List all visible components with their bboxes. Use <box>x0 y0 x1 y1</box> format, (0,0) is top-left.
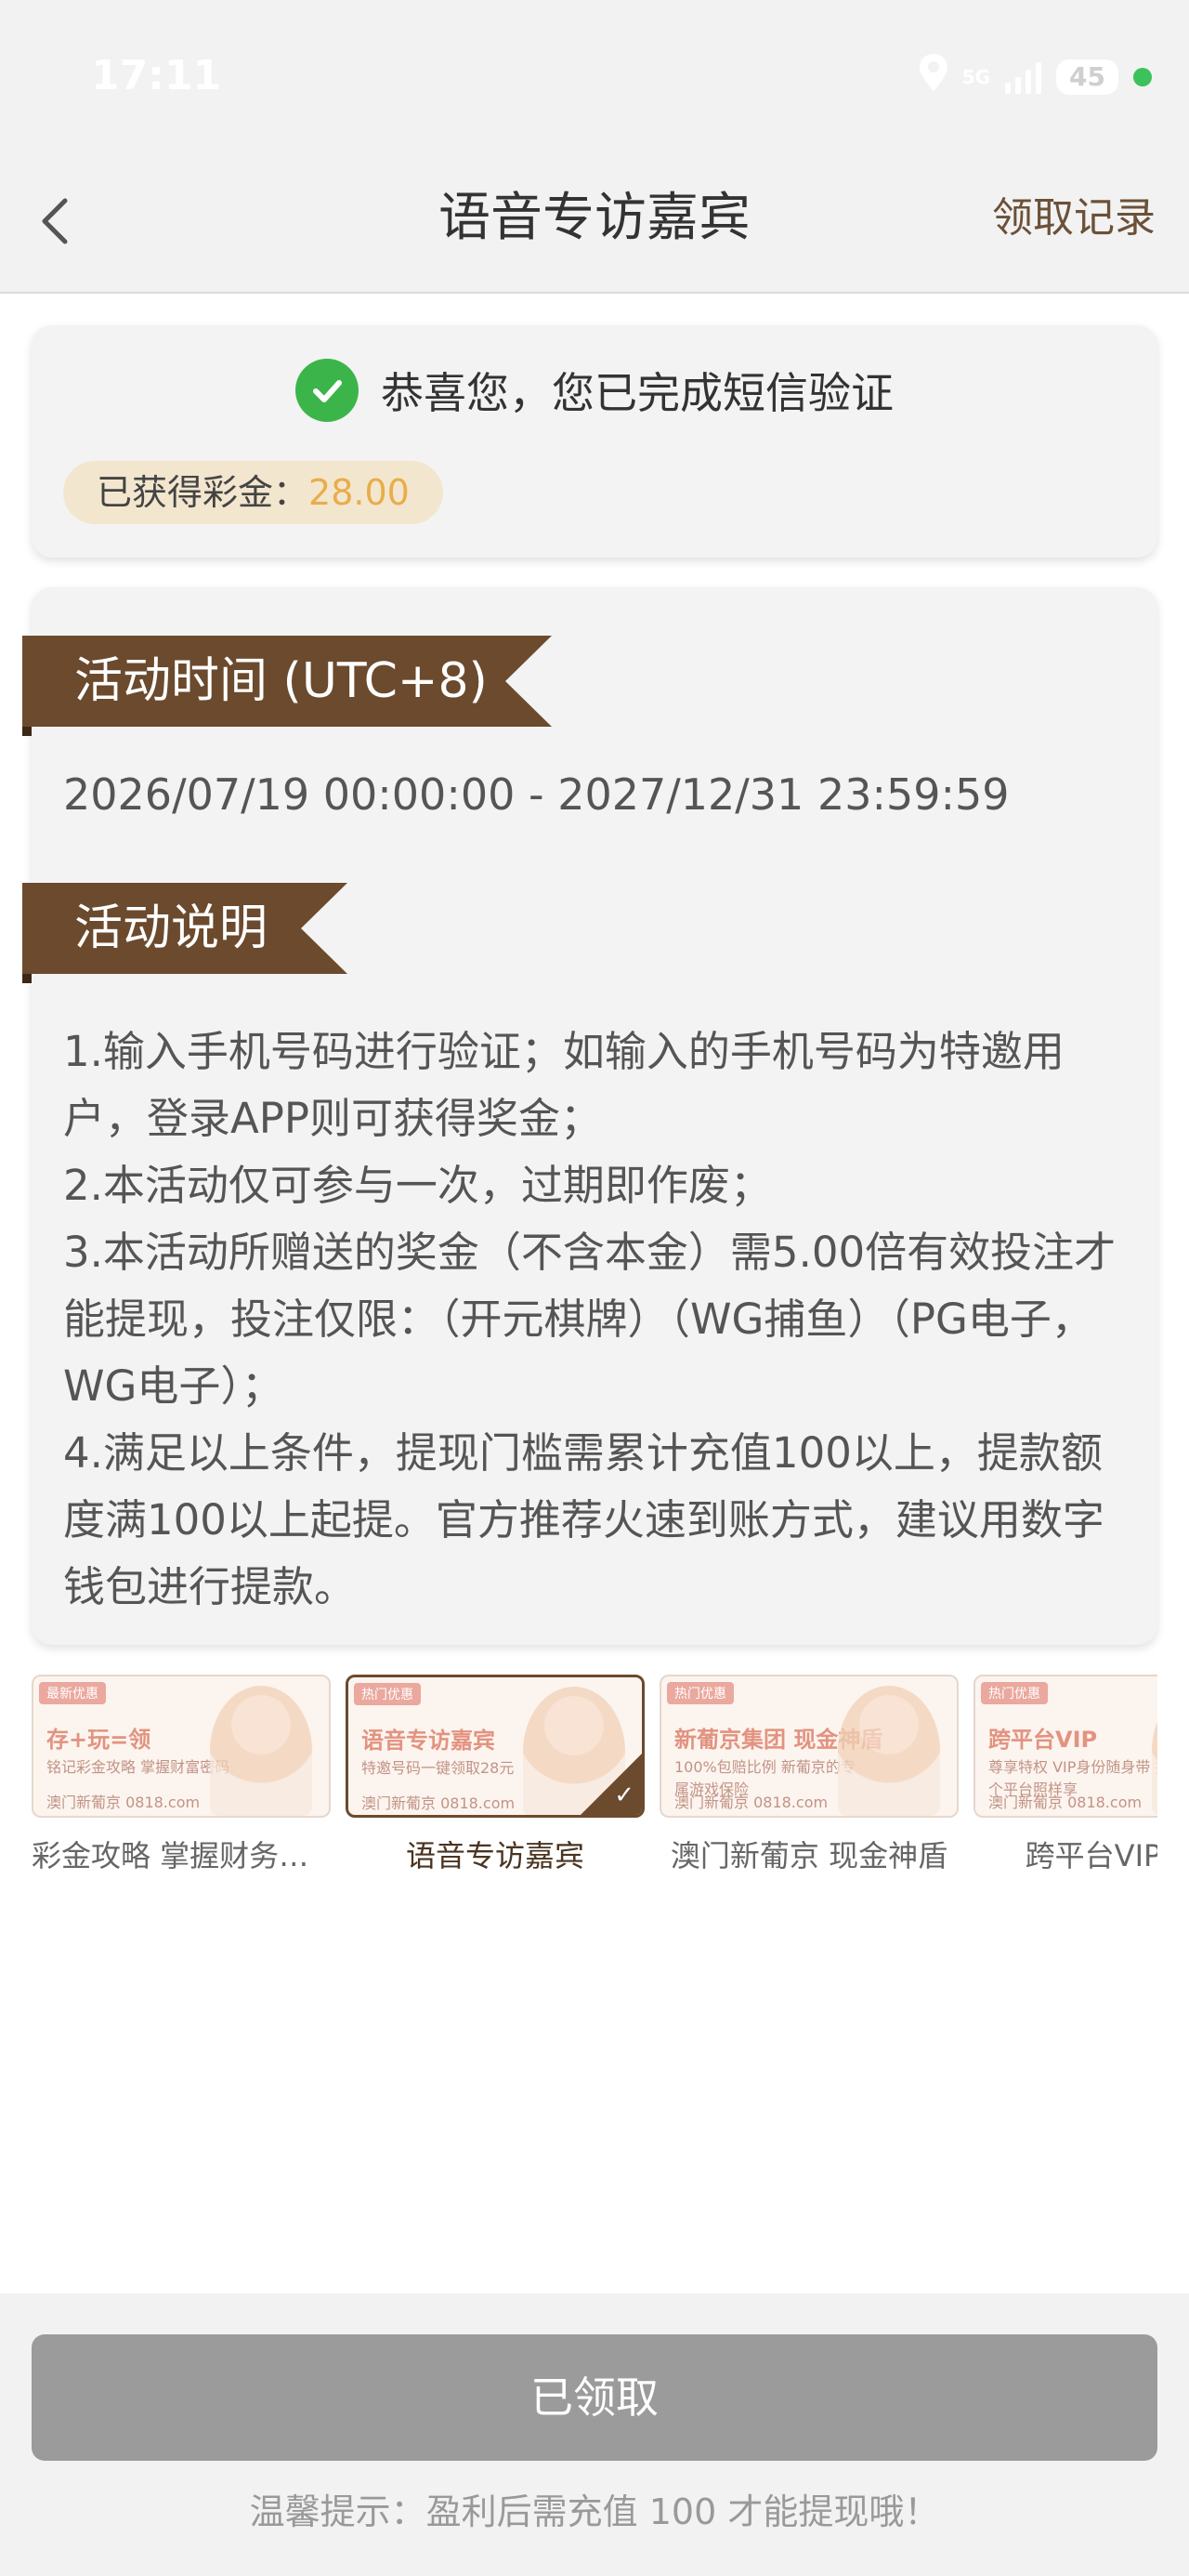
promo-caption: 澳门新葡京 现金神盾 <box>670 1838 948 1873</box>
promo-overlay <box>661 1676 957 1816</box>
promo-caption: 彩金攻略 掌握财务密码 <box>32 1838 331 1873</box>
promo-caption: 语音专访嘉宾 <box>405 1838 584 1873</box>
nav-bar: 语音专访嘉宾 领取记录 <box>0 149 1189 294</box>
verify-card: 恭喜您，您已完成短信验证 已获得彩金： 28.00 <box>32 325 1157 558</box>
bonus-label: 已获得彩金： <box>97 472 309 513</box>
signal-icon <box>1005 60 1042 94</box>
promo-card-active[interactable]: 热门优惠 语音专访嘉宾 特邀号码一键领取28元 澳门新葡京 0818.com ✓… <box>346 1675 645 1875</box>
promo-banner: 热门优惠 新葡京集团 现金神盾 100%包赔比例 新葡京的专属游戏保险 澳门新葡… <box>660 1675 959 1818</box>
promo-caption: 跨平台VIP尊享 <box>1025 1838 1157 1873</box>
promo-banner: 热门优惠 跨平台VIP 尊享特权 VIP身份随身带 换个平台照样享 澳门新葡京 … <box>973 1675 1157 1818</box>
privacy-dot-icon <box>1133 67 1152 86</box>
claimed-button[interactable]: 已领取 <box>32 2334 1157 2461</box>
bonus-value: 28.00 <box>308 472 410 513</box>
status-bar: 17:11 5G 45 <box>0 0 1189 149</box>
bottom-bar: 已领取 温馨提示：盈利后需充值 100 才能提现哦！ <box>0 2293 1189 2576</box>
promo-overlay <box>975 1676 1157 1816</box>
promo-card[interactable]: 热门优惠 跨平台VIP 尊享特权 VIP身份随身带 换个平台照样享 澳门新葡京 … <box>973 1675 1157 1875</box>
activity-time-heading: 活动时间 (UTC+8) <box>22 636 552 736</box>
checkmark-icon: ✓ <box>614 1781 634 1809</box>
claim-record-link[interactable]: 领取记录 <box>992 186 1156 251</box>
promo-banner: 最新优惠 存+玩=领 铭记彩金攻略 掌握财富密码 澳门新葡京 0818.com <box>32 1675 331 1818</box>
rule-item: 4.满足以上条件，提现门槛需累计充值100以上，提款额度满100以上起提。官方推… <box>63 1428 1104 1611</box>
rule-item: 3.本活动所赠送的奖金（不含本金）需5.00倍有效投注才能提现，投注仅限：（开元… <box>63 1228 1117 1411</box>
activity-time-range: 2026/07/19 00:00:00 - 2027/12/31 23:59:5… <box>63 769 1010 820</box>
activity-info-card: 活动时间 (UTC+8) 2026/07/19 00:00:00 - 2027/… <box>22 587 1157 1645</box>
rule-item: 2.本活动仅可参与一次，过期即作废； <box>63 1161 772 1210</box>
check-circle-icon <box>295 359 359 422</box>
battery-icon: 45 <box>1056 59 1118 95</box>
bottom-tip: 温馨提示：盈利后需充值 100 才能提现哦！ <box>249 2491 940 2532</box>
promo-card[interactable]: 最新优惠 存+玩=领 铭记彩金攻略 掌握财富密码 澳门新葡京 0818.com … <box>32 1675 331 1875</box>
activity-rules: 1.输入手机号码进行验证；如输入的手机号码为特邀用户，登录APP则可获得奖金； … <box>63 1019 1131 1621</box>
promo-banner: 热门优惠 语音专访嘉宾 特邀号码一键领取28元 澳门新葡京 0818.com ✓ <box>346 1675 645 1818</box>
promo-carousel[interactable]: 最新优惠 存+玩=领 铭记彩金攻略 掌握财富密码 澳门新葡京 0818.com … <box>32 1675 1157 1898</box>
location-icon <box>919 54 947 99</box>
bonus-badge: 已获得彩金： 28.00 <box>63 461 443 524</box>
promo-card[interactable]: 热门优惠 新葡京集团 现金神盾 100%包赔比例 新葡京的专属游戏保险 澳门新葡… <box>660 1675 959 1875</box>
promo-overlay <box>33 1676 329 1816</box>
status-time: 17:11 <box>91 52 222 99</box>
status-indicators: 5G 45 <box>919 54 1152 99</box>
activity-desc-heading: 活动说明 <box>22 883 347 983</box>
rule-item: 1.输入手机号码进行验证；如输入的手机号码为特邀用户，登录APP则可获得奖金； <box>63 1027 1065 1143</box>
verify-row: 恭喜您，您已完成短信验证 <box>32 359 1157 422</box>
verify-message: 恭喜您，您已完成短信验证 <box>381 368 894 418</box>
network-type: 5G <box>961 65 991 88</box>
